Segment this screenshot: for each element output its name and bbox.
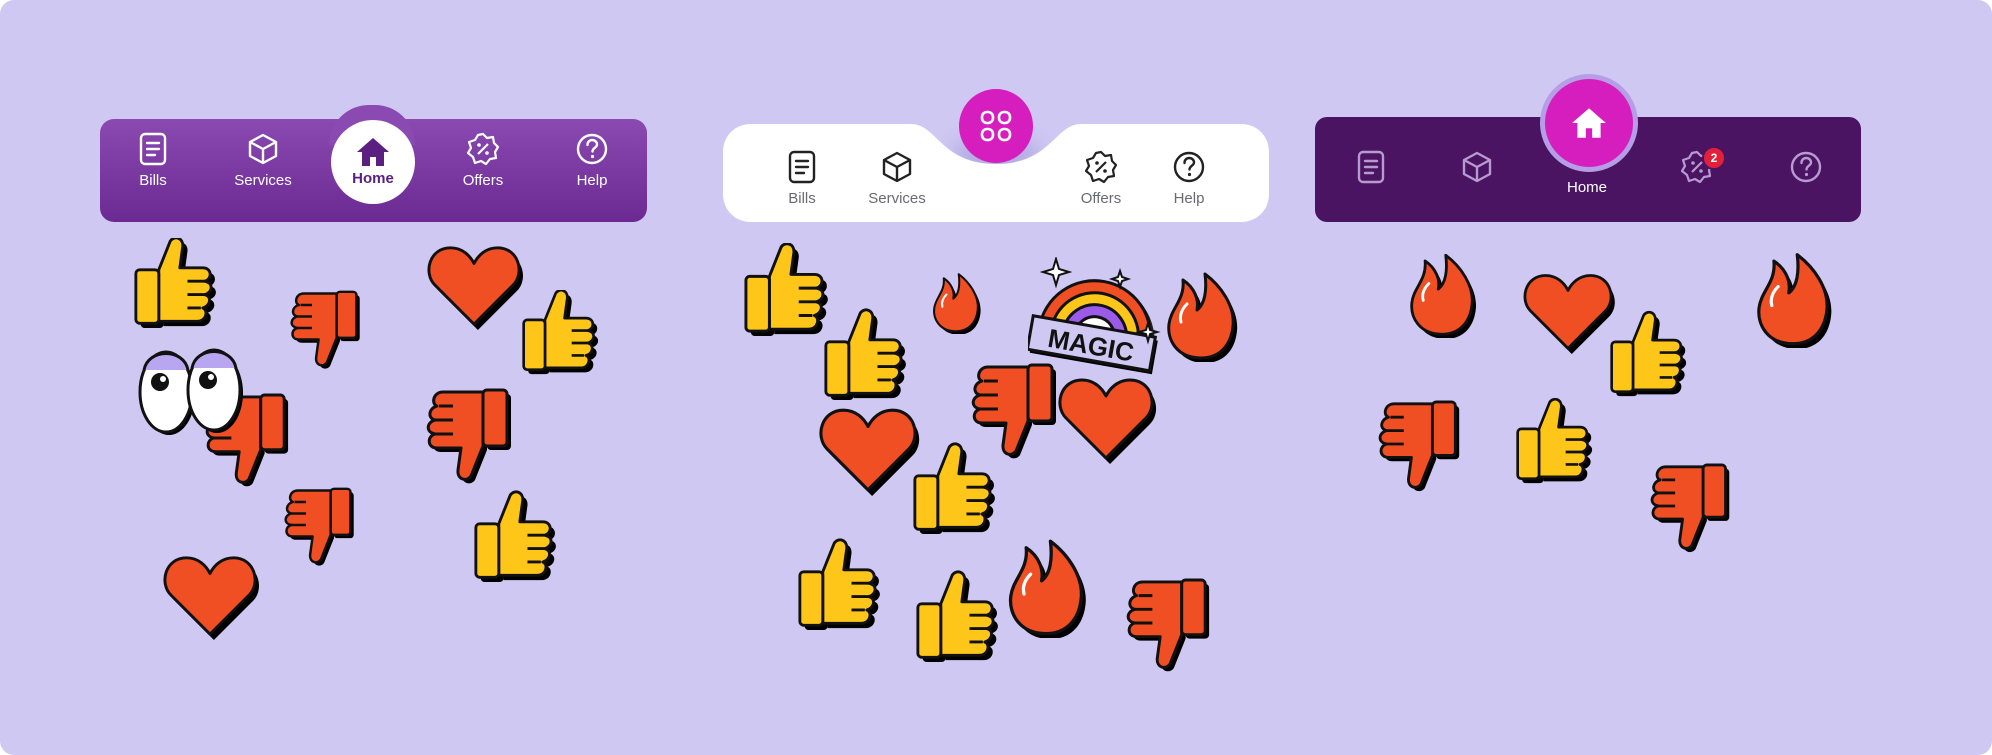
nav-item-help[interactable] <box>1756 150 1856 184</box>
nav-item-bills[interactable] <box>1321 150 1421 184</box>
thumbs-up-sticker <box>1609 309 1689 405</box>
heart-sticker <box>816 402 920 496</box>
nav-item-services[interactable]: Services <box>847 150 947 208</box>
nav-label-home: Home <box>352 170 394 187</box>
nav-item-help[interactable]: Help <box>1139 150 1239 208</box>
offers-notification-badge: 2 <box>1702 146 1726 170</box>
nav-item-bills[interactable]: Bills <box>752 150 852 208</box>
heart-sticker <box>1054 372 1158 464</box>
fire-sticker <box>1404 244 1480 338</box>
thumbs-up-sticker <box>521 290 601 380</box>
nav-label-services: Services <box>868 190 926 207</box>
fire-sticker <box>928 266 984 334</box>
fire-sticker <box>1002 528 1090 638</box>
thumbs-up-sticker <box>915 570 1001 670</box>
thumbs-down-sticker <box>283 481 357 569</box>
canvas-background: Bills Services Offers Help Home Bills Se… <box>0 0 1992 755</box>
googly-eyes-sticker <box>138 348 243 435</box>
nav-item-offers[interactable] <box>1647 150 1747 184</box>
bill-icon <box>139 132 167 166</box>
thumbs-up-sticker <box>743 243 831 343</box>
nav-item-home-active[interactable]: Home <box>331 120 415 204</box>
nav-item-services[interactable]: Services <box>213 132 313 190</box>
nav-item-services[interactable] <box>1427 150 1527 184</box>
help-icon <box>1173 151 1205 183</box>
nav-label-offers: Offers <box>462 172 504 189</box>
box-icon <box>1462 151 1492 183</box>
nav-label-bills: Bills <box>139 172 167 189</box>
home-icon <box>1572 108 1606 138</box>
nav-label-bills: Bills <box>788 190 816 207</box>
fire-sticker <box>1160 262 1242 362</box>
thumbs-down-sticker <box>1649 456 1733 556</box>
home-fab-button[interactable] <box>1545 79 1633 167</box>
apps-grid-icon <box>980 110 1012 142</box>
nav-label-offers: Offers <box>1080 190 1122 207</box>
thumbs-up-sticker <box>133 238 219 334</box>
heart-sticker <box>160 550 260 640</box>
nav-label-help: Help <box>1173 190 1205 207</box>
box-icon <box>882 151 912 183</box>
thumbs-up-sticker <box>912 442 998 542</box>
apps-fab-button[interactable] <box>959 89 1033 163</box>
thumbs-up-sticker <box>1515 398 1595 490</box>
help-icon <box>576 133 608 165</box>
nav-item-home-active[interactable]: Home <box>1537 173 1637 197</box>
nav-item-offers[interactable]: Offers <box>433 132 533 190</box>
nav-label-home: Home <box>1566 179 1607 196</box>
thumbs-up-sticker <box>797 538 883 638</box>
nav-item-offers[interactable]: Offers <box>1051 150 1151 208</box>
thumbs-down-sticker <box>1125 570 1213 676</box>
offer-tag-icon <box>1084 150 1118 184</box>
fire-sticker <box>1750 242 1836 348</box>
bill-icon <box>788 150 816 184</box>
bill-icon <box>1357 150 1385 184</box>
home-icon <box>357 138 389 166</box>
thumbs-down-sticker <box>1377 393 1463 495</box>
thumbs-down-sticker <box>425 380 515 488</box>
nav-label-services: Services <box>234 172 292 189</box>
thumbs-up-sticker <box>823 308 909 408</box>
heart-sticker <box>1520 268 1616 354</box>
nav-item-bills[interactable]: Bills <box>103 132 203 190</box>
box-icon <box>248 133 278 165</box>
help-icon <box>1790 151 1822 183</box>
heart-sticker <box>424 240 524 330</box>
nav-item-help[interactable]: Help <box>542 132 642 190</box>
offer-tag-icon <box>466 132 500 166</box>
nav-label-help: Help <box>576 172 608 189</box>
thumbs-down-sticker <box>289 285 363 371</box>
rainbow-magic-sticker: MAGIC <box>1028 257 1161 375</box>
thumbs-up-sticker <box>473 490 559 590</box>
